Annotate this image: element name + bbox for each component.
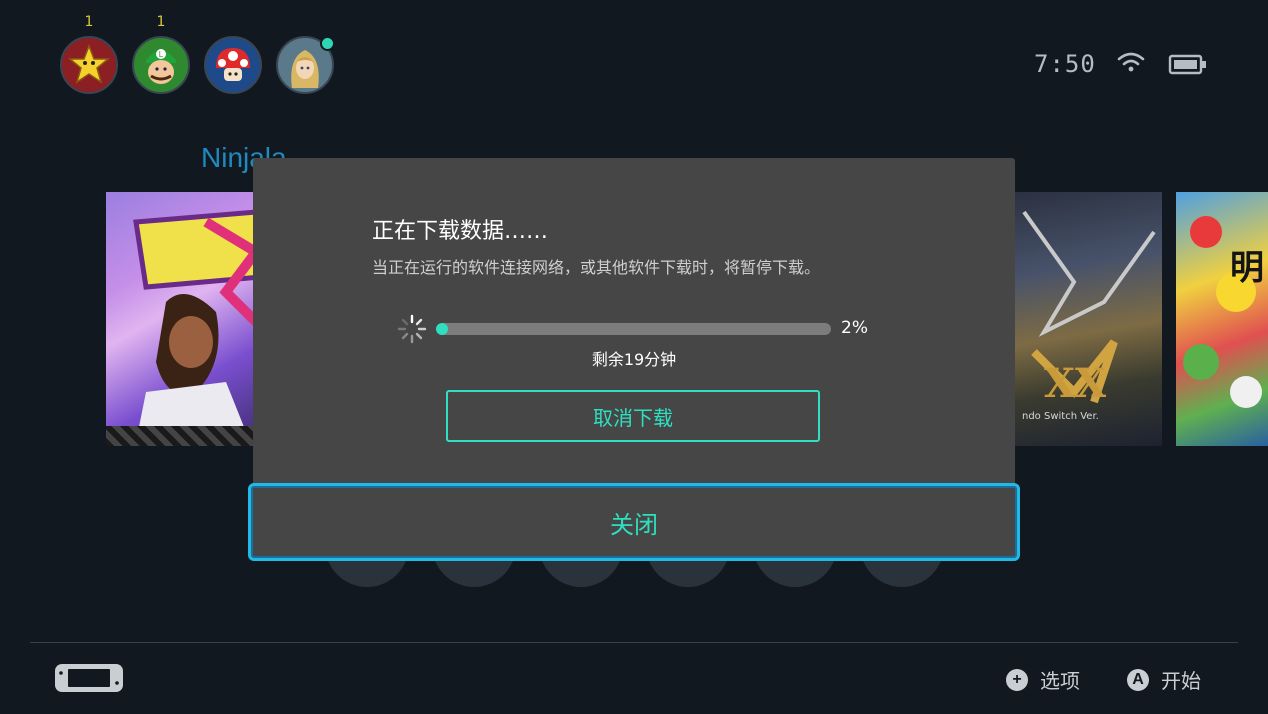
monster-hunter-cover-art: XX	[1022, 210, 1156, 407]
options-label: 选项	[1040, 669, 1080, 693]
clock: 7:50	[1034, 50, 1096, 78]
download-progress-fill	[436, 323, 448, 335]
dialog-description: 当正在运行的软件连接网络，或其他软件下载时，将暂停下载。	[372, 258, 821, 277]
download-progress-bar	[436, 323, 831, 335]
user-badge: 1	[84, 14, 94, 30]
game-tile-smash-bros[interactable]: 明	[1176, 192, 1268, 446]
svg-text:L: L	[159, 50, 164, 59]
a-button-icon: A	[1127, 668, 1149, 691]
luigi-icon: L	[146, 49, 176, 84]
game-tile-ninjala[interactable]	[106, 192, 266, 446]
svg-text:XX: XX	[1044, 360, 1106, 407]
user-badge: 1	[156, 14, 166, 30]
game-tile-monster-hunter[interactable]: XX ndo Switch Ver.	[1014, 192, 1162, 446]
star-icon	[67, 43, 111, 84]
footer-divider	[30, 642, 1238, 643]
user-avatar-luigi[interactable]: L	[132, 36, 190, 94]
mushroom-icon	[216, 48, 250, 81]
download-dialog: 正在下载数据…… 当正在运行的软件连接网络，或其他软件下载时，将暂停下载。 2%…	[253, 158, 1015, 484]
close-button[interactable]: 关闭	[248, 483, 1020, 561]
tile-stripes	[106, 426, 266, 446]
loading-spinner-icon	[397, 314, 427, 344]
user-avatar-star[interactable]	[60, 36, 118, 94]
plus-button-icon: +	[1006, 668, 1028, 691]
download-progress-percent: 2%	[841, 318, 868, 338]
tile-caption: ndo Switch Ver.	[1022, 411, 1099, 422]
online-status-dot	[320, 36, 335, 51]
wifi-icon	[1117, 52, 1145, 72]
console-handheld-icon	[55, 664, 123, 692]
time-remaining: 剩余19分钟	[591, 350, 677, 369]
options-hint[interactable]: + 选项	[1006, 665, 1080, 694]
smash-bros-cover-art	[1183, 216, 1262, 408]
dialog-title: 正在下载数据……	[372, 219, 549, 244]
start-label: 开始	[1161, 669, 1201, 693]
ninjala-cover-art	[133, 209, 264, 442]
start-hint[interactable]: A 开始	[1127, 665, 1201, 694]
battery-icon	[1168, 54, 1206, 75]
user-avatar-mushroom[interactable]	[204, 36, 262, 94]
cancel-download-button[interactable]: 取消下载	[446, 390, 820, 442]
tile-caption: 明	[1230, 248, 1264, 288]
